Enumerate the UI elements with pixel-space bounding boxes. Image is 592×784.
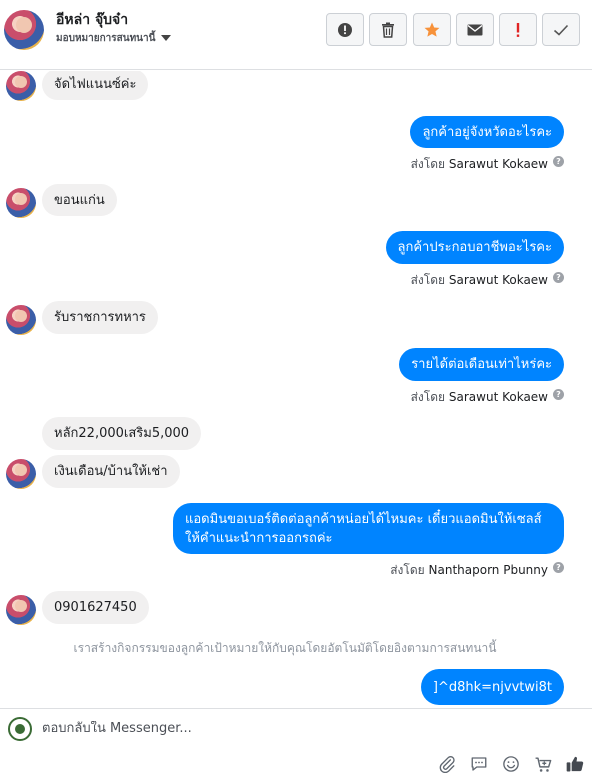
- outgoing-message[interactable]: รายได้ต่อเดือนเท่าไหร่คะ: [399, 348, 564, 381]
- contact-avatar-small: [6, 595, 36, 625]
- contact-name[interactable]: อีหล่า จุ๊บจ๋า: [56, 9, 128, 31]
- help-icon[interactable]: ?: [553, 389, 564, 400]
- assign-label: มอบหมายการสนทนานี้: [56, 33, 156, 44]
- outgoing-message[interactable]: ]^d8hk=njvvtwi8t: [420, 669, 564, 705]
- contact-avatar[interactable]: [4, 10, 44, 50]
- help-icon[interactable]: ?: [553, 562, 564, 573]
- message-thread[interactable]: จัดไฟแนนซ์ค่ะ ลูกค้าอยู่จังหวัดอะไรคะ ส่…: [0, 71, 592, 707]
- system-note: เราสร้างกิจกรรมของลูกค้าเป้าหมายให้กับคุ…: [73, 641, 497, 655]
- paperclip-icon: [439, 756, 455, 773]
- contact-avatar-small: [6, 188, 36, 218]
- thumbs-up-icon: [566, 756, 584, 772]
- contact-avatar-small: [6, 459, 36, 489]
- help-icon[interactable]: ?: [553, 156, 564, 167]
- incoming-message[interactable]: ขอนแก่น: [42, 184, 117, 216]
- chat-bubble-icon: [471, 757, 487, 771]
- cart-plus-icon: [535, 756, 551, 772]
- outgoing-message[interactable]: แอดมินขอเบอร์ติดต่อลูกค้าหน่อยได้ไหมคะ เ…: [173, 503, 564, 554]
- outgoing-message[interactable]: ลูกค้าประกอบอาชีพอะไรคะ: [385, 231, 564, 264]
- delete-button[interactable]: [369, 13, 407, 46]
- mark-done-button[interactable]: [542, 13, 580, 46]
- sent-by-label: ส่งโดย Nanthaporn Pbunny: [390, 563, 548, 577]
- envelope-icon: [467, 24, 483, 35]
- message-line: ให้คำแนะนำการออกรถค่ะ: [185, 531, 333, 546]
- conversation-header: อีหล่า จุ๊บจ๋า มอบหมายการสนทนานี้: [0, 0, 592, 70]
- incoming-message[interactable]: 0901627450: [42, 591, 149, 624]
- incoming-message[interactable]: รับราชการทหาร: [42, 301, 158, 334]
- page-avatar: [8, 717, 32, 741]
- incoming-message[interactable]: เงินเดือน/บ้านให้เช่า: [42, 455, 180, 488]
- contact-avatar-small: [6, 305, 36, 335]
- like-button[interactable]: [564, 753, 586, 775]
- contact-avatar-small: [6, 71, 36, 101]
- saved-replies-button[interactable]: [468, 753, 490, 775]
- reply-input[interactable]: [42, 721, 542, 736]
- chevron-down-icon: [161, 35, 172, 41]
- attach-button[interactable]: [436, 753, 458, 775]
- incoming-message[interactable]: จัดไฟแนนซ์ค่ะ: [42, 71, 149, 100]
- sent-by-label: ส่งโดย Sarawut Kokaew: [410, 157, 548, 171]
- mark-unread-button[interactable]: [456, 13, 494, 46]
- emoji-button[interactable]: [500, 753, 522, 775]
- star-icon: [424, 22, 440, 37]
- mark-spam-button[interactable]: [326, 13, 364, 46]
- outgoing-message[interactable]: ลูกค้าอยู่จังหวัดอะไรคะ: [410, 116, 564, 148]
- star-button[interactable]: [413, 13, 451, 46]
- help-icon[interactable]: ?: [553, 272, 564, 283]
- sent-by-label: ส่งโดย Sarawut Kokaew: [410, 390, 548, 404]
- sent-by-label: ส่งโดย Sarawut Kokaew: [410, 273, 548, 287]
- add-to-cart-button[interactable]: [532, 753, 554, 775]
- exclamation-icon: [516, 22, 520, 37]
- follow-up-button[interactable]: [499, 13, 537, 46]
- smiley-icon: [503, 756, 519, 772]
- reply-composer: [0, 708, 592, 784]
- message-line: แอดมินขอเบอร์ติดต่อลูกค้าหน่อยได้ไหมคะ เ…: [185, 512, 542, 527]
- alert-circle-icon: [338, 22, 352, 37]
- assign-conversation-dropdown[interactable]: มอบหมายการสนทนานี้: [56, 31, 172, 46]
- checkmark-icon: [553, 24, 569, 36]
- incoming-message[interactable]: หลัก22,000เสริม5,000: [42, 417, 202, 450]
- trash-icon: [382, 22, 394, 38]
